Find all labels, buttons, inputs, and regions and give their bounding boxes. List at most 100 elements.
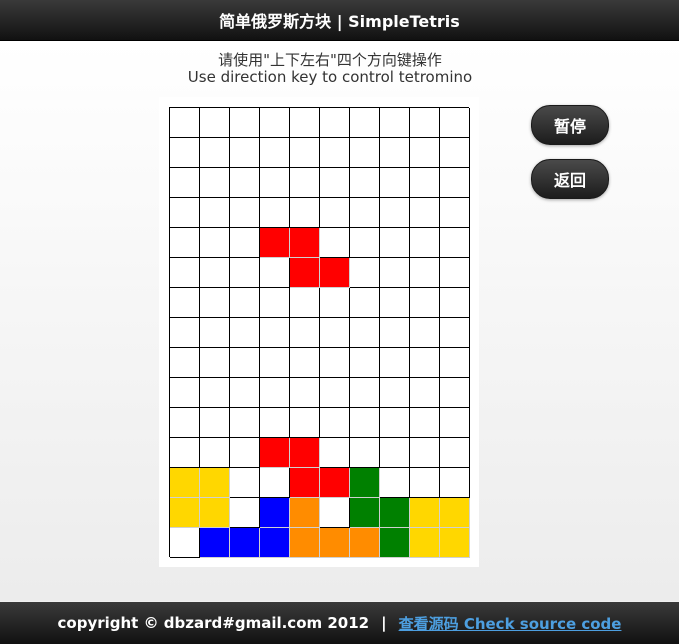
board-cell-empty — [320, 288, 350, 318]
board-cell-empty — [320, 408, 350, 438]
board-cell-empty — [410, 258, 440, 288]
board-cell-empty — [410, 228, 440, 258]
board-cell-empty — [350, 258, 380, 288]
board-cell-empty — [170, 408, 200, 438]
footer: copyright © dbzard#gmail.com 2012 | 查看源码… — [0, 602, 679, 644]
board-cell-empty — [410, 108, 440, 138]
board-cell-empty — [320, 168, 350, 198]
game-board[interactable] — [169, 107, 470, 558]
board-cell-empty — [320, 108, 350, 138]
board-cell-empty — [260, 138, 290, 168]
board-cell-empty — [320, 138, 350, 168]
board-cell-empty — [170, 228, 200, 258]
board-cell-empty — [260, 408, 290, 438]
board-cell-empty — [380, 438, 410, 468]
board-cell-block — [320, 468, 350, 498]
board-cell-empty — [290, 168, 320, 198]
board-cell-empty — [380, 258, 410, 288]
board-cell-empty — [410, 288, 440, 318]
board-cell-empty — [260, 348, 290, 378]
board-cell-empty — [170, 108, 200, 138]
board-cell-empty — [410, 168, 440, 198]
board-cell-block — [290, 228, 320, 258]
pause-button[interactable]: 暂停 — [531, 105, 609, 145]
board-cell-empty — [230, 348, 260, 378]
board-cell-empty — [200, 348, 230, 378]
board-cell-empty — [230, 228, 260, 258]
board-cell-empty — [290, 108, 320, 138]
board-cell-empty — [380, 348, 410, 378]
board-cell-empty — [230, 168, 260, 198]
board-cell-empty — [200, 198, 230, 228]
board-cell-empty — [320, 438, 350, 468]
board-cell-block — [380, 528, 410, 558]
board-cell-empty — [350, 198, 380, 228]
board-cell-empty — [200, 168, 230, 198]
board-cell-empty — [170, 318, 200, 348]
board-cell-block — [290, 498, 320, 528]
board-cell-empty — [440, 348, 470, 378]
board-cell-block — [260, 228, 290, 258]
board-cell-empty — [170, 348, 200, 378]
instruction-line-zh: 请使用"上下左右"四个方向键操作 — [218, 51, 442, 69]
board-cell-empty — [440, 408, 470, 438]
board-cell-empty — [170, 168, 200, 198]
board-cell-empty — [380, 138, 410, 168]
board-cell-empty — [290, 138, 320, 168]
board-cell-empty — [320, 378, 350, 408]
board-cell-empty — [230, 498, 260, 528]
board-cell-empty — [200, 138, 230, 168]
board-cell-empty — [260, 318, 290, 348]
board-cell-block — [290, 438, 320, 468]
board-cell-empty — [290, 318, 320, 348]
board-cell-empty — [350, 348, 380, 378]
board-cell-block — [230, 528, 260, 558]
copyright-text: copyright © dbzard#gmail.com 2012 — [57, 614, 370, 632]
board-cell-empty — [440, 468, 470, 498]
board-cell-block — [410, 498, 440, 528]
board-cell-block — [170, 468, 200, 498]
board-cell-empty — [170, 378, 200, 408]
board-cell-empty — [440, 198, 470, 228]
board-cell-empty — [350, 318, 380, 348]
board-cell-empty — [290, 288, 320, 318]
back-button[interactable]: 返回 — [531, 159, 609, 199]
board-cell-empty — [350, 288, 380, 318]
board-cell-empty — [170, 198, 200, 228]
board-cell-block — [380, 498, 410, 528]
board-cell-empty — [320, 228, 350, 258]
board-cell-empty — [380, 108, 410, 138]
board-cell-block — [260, 438, 290, 468]
board-cell-block — [350, 528, 380, 558]
board-cell-empty — [410, 468, 440, 498]
board-cell-empty — [260, 468, 290, 498]
source-code-link[interactable]: 查看源码 Check source code — [399, 613, 622, 634]
board-cell-empty — [170, 528, 200, 558]
board-cell-empty — [320, 198, 350, 228]
board-cell-block — [290, 258, 320, 288]
board-cell-empty — [410, 138, 440, 168]
board-cell-empty — [350, 408, 380, 438]
board-cell-block — [200, 498, 230, 528]
board-cell-empty — [410, 198, 440, 228]
board-cell-block — [320, 528, 350, 558]
board-cell-empty — [230, 108, 260, 138]
board-cell-empty — [380, 198, 410, 228]
board-cell-block — [350, 498, 380, 528]
board-cell-empty — [230, 258, 260, 288]
board-cell-block — [410, 528, 440, 558]
board-cell-block — [260, 498, 290, 528]
instruction-line-en: Use direction key to control tetromino — [187, 68, 473, 86]
app-header: 简单俄罗斯方块 | SimpleTetris — [0, 0, 679, 41]
board-cell-empty — [200, 228, 230, 258]
board-cell-empty — [350, 438, 380, 468]
board-cell-empty — [290, 378, 320, 408]
board-cell-empty — [170, 138, 200, 168]
board-cell-empty — [230, 198, 260, 228]
board-cell-empty — [410, 348, 440, 378]
board-cell-empty — [260, 258, 290, 288]
board-cell-empty — [380, 318, 410, 348]
board-cell-empty — [410, 318, 440, 348]
board-cell-empty — [260, 378, 290, 408]
board-cell-empty — [200, 108, 230, 138]
